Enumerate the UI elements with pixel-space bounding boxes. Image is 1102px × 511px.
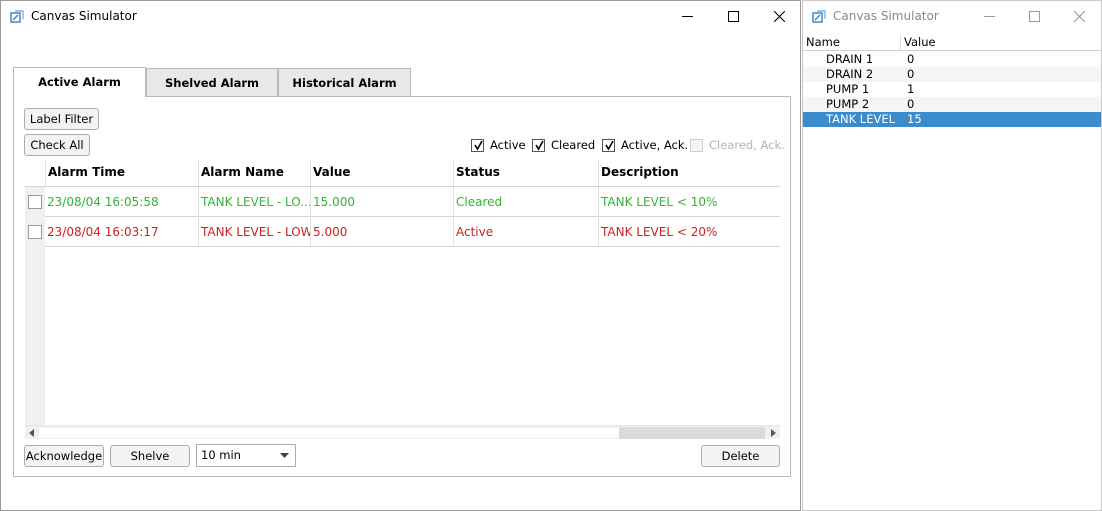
minimize-button[interactable] bbox=[966, 1, 1012, 32]
maximize-icon bbox=[1028, 11, 1040, 22]
cell-description: TANK LEVEL < 10% bbox=[598, 187, 780, 217]
checkbox-box bbox=[471, 138, 484, 152]
tag-name: DRAIN 2 bbox=[826, 67, 874, 81]
column-header-name[interactable]: Name bbox=[803, 34, 901, 51]
tag-value: 15 bbox=[907, 112, 922, 126]
title-bar[interactable]: Canvas Simulator bbox=[1, 1, 800, 32]
app-icon bbox=[10, 10, 24, 23]
cell-alarm-time: 23/08/04 16:05:58 bbox=[47, 195, 159, 209]
filter-label: Cleared, Ack. bbox=[709, 138, 785, 152]
column-header-description[interactable]: Description bbox=[598, 160, 780, 187]
shelve-button[interactable]: Shelve bbox=[110, 445, 190, 467]
tab-shelved-alarm[interactable]: Shelved Alarm bbox=[146, 68, 278, 96]
cell-value: 5.000 bbox=[310, 217, 453, 247]
minimize-icon bbox=[983, 16, 995, 17]
tag-name: DRAIN 1 bbox=[826, 52, 874, 66]
tab-active-alarm[interactable]: Active Alarm bbox=[13, 67, 146, 97]
tab-label: Historical Alarm bbox=[292, 76, 397, 90]
cell-alarm-name: TANK LEVEL - LOW bbox=[198, 217, 310, 247]
checkmark-icon bbox=[535, 140, 544, 151]
label-filter-button[interactable]: Label Filter bbox=[24, 108, 99, 130]
column-header-value[interactable]: Value bbox=[310, 160, 453, 187]
list-header: Name Value bbox=[803, 34, 1101, 51]
list-item-selected[interactable]: TANK LEVEL 15 bbox=[803, 112, 1101, 127]
tag-value: 0 bbox=[907, 52, 915, 66]
window-title: Canvas Simulator bbox=[31, 9, 137, 23]
tag-value: 1 bbox=[907, 82, 915, 96]
minimize-icon bbox=[681, 16, 693, 17]
column-header-alarm-time[interactable]: Alarm Time bbox=[45, 160, 198, 187]
scrollbar-track bbox=[39, 428, 619, 438]
title-bar[interactable]: Canvas Simulator bbox=[803, 1, 1101, 32]
tab-label: Active Alarm bbox=[38, 75, 121, 89]
row-selector-header bbox=[25, 160, 45, 187]
shelve-duration-select[interactable]: 10 min bbox=[196, 444, 296, 467]
close-button[interactable] bbox=[1056, 1, 1102, 32]
row-checkbox[interactable] bbox=[28, 195, 42, 209]
list-item[interactable]: PUMP 2 0 bbox=[803, 97, 1101, 112]
maximize-button[interactable] bbox=[1011, 1, 1057, 32]
tag-name: TANK LEVEL bbox=[826, 112, 896, 126]
list-item[interactable]: DRAIN 2 0 bbox=[803, 67, 1101, 82]
alarm-grid[interactable]: Alarm Time Alarm Name Value Status Descr… bbox=[25, 160, 780, 439]
column-header-value[interactable]: Value bbox=[901, 34, 1101, 51]
column-header-alarm-name[interactable]: Alarm Name bbox=[198, 160, 310, 187]
delete-button[interactable]: Delete bbox=[701, 445, 780, 467]
table-row[interactable]: 23/08/04 16:03:17 TANK LEVEL - LOW 5.000… bbox=[45, 217, 780, 247]
filter-active-checkbox[interactable]: Active bbox=[471, 137, 526, 153]
tag-window: Canvas Simulator Name Value DRAIN 1 0 DR… bbox=[802, 0, 1102, 511]
filter-label: Cleared bbox=[551, 138, 596, 152]
window-title: Canvas Simulator bbox=[833, 9, 939, 23]
checkmark-icon bbox=[605, 140, 614, 151]
checkmark-icon bbox=[474, 140, 483, 151]
tab-historical-alarm[interactable]: Historical Alarm bbox=[278, 68, 411, 96]
close-button[interactable] bbox=[756, 1, 802, 32]
close-icon bbox=[1073, 11, 1085, 22]
cell-alarm-time: 23/08/04 16:03:17 bbox=[47, 225, 159, 239]
acknowledge-button[interactable]: Acknowledge bbox=[24, 445, 104, 467]
filter-active-ack-checkbox[interactable]: Active, Ack. bbox=[602, 137, 688, 153]
tag-name: PUMP 1 bbox=[826, 82, 870, 96]
cell-value: 15.000 bbox=[310, 187, 453, 217]
table-row[interactable]: 23/08/04 16:05:58 TANK LEVEL - LO... 15.… bbox=[45, 187, 780, 217]
row-selector-column bbox=[25, 187, 45, 425]
list-item[interactable]: DRAIN 1 0 bbox=[803, 52, 1101, 67]
horizontal-scrollbar[interactable] bbox=[25, 425, 780, 439]
grid-empty-area bbox=[45, 247, 780, 425]
checkbox-box bbox=[602, 138, 615, 152]
maximize-button[interactable] bbox=[710, 1, 756, 32]
alarm-window: Canvas Simulator Active Alarm Shelved Al… bbox=[0, 0, 801, 511]
minimize-button[interactable] bbox=[664, 1, 710, 32]
filter-label: Active bbox=[490, 138, 526, 152]
scrollbar-thumb[interactable] bbox=[619, 427, 765, 439]
dropdown-arrow-icon bbox=[280, 453, 289, 458]
checkbox-box bbox=[690, 138, 703, 152]
column-header-status[interactable]: Status bbox=[453, 160, 598, 187]
filter-cleared-ack-checkbox: Cleared, Ack. bbox=[690, 137, 785, 153]
app-icon bbox=[812, 10, 826, 23]
checkbox-box bbox=[532, 138, 545, 152]
check-all-button[interactable]: Check All bbox=[24, 134, 90, 156]
list-item[interactable]: PUMP 1 1 bbox=[803, 82, 1101, 97]
scroll-left-icon[interactable] bbox=[28, 429, 36, 437]
close-icon bbox=[773, 11, 785, 22]
row-checkbox[interactable] bbox=[28, 225, 42, 239]
cell-description: TANK LEVEL < 20% bbox=[598, 217, 780, 247]
tag-value: 0 bbox=[907, 67, 915, 81]
tag-name: PUMP 2 bbox=[826, 97, 870, 111]
filter-label: Active, Ack. bbox=[621, 138, 689, 152]
grid-header: Alarm Time Alarm Name Value Status Descr… bbox=[25, 160, 780, 187]
filter-cleared-checkbox[interactable]: Cleared bbox=[532, 137, 595, 153]
scroll-right-icon[interactable] bbox=[769, 429, 777, 437]
cell-status: Active bbox=[453, 217, 598, 247]
tab-label: Shelved Alarm bbox=[165, 76, 259, 90]
tag-value: 0 bbox=[907, 97, 915, 111]
maximize-icon bbox=[727, 11, 739, 22]
cell-status: Cleared bbox=[453, 187, 598, 217]
cell-alarm-name: TANK LEVEL - LO... bbox=[198, 187, 310, 217]
shelve-duration-value: 10 min bbox=[201, 448, 241, 462]
